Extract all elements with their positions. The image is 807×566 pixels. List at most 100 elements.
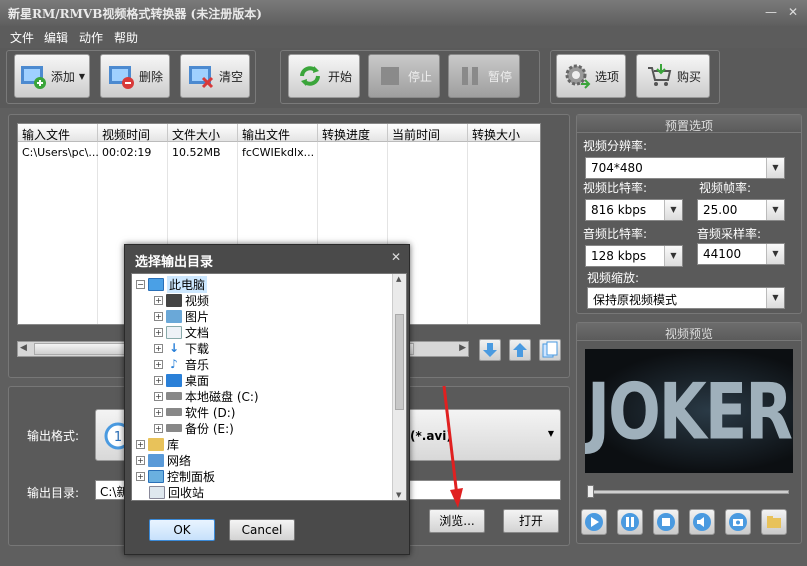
tree-item-drive-e[interactable]: + 备份 (E:) xyxy=(154,420,234,436)
expand-icon[interactable]: + xyxy=(154,327,163,337)
delete-button[interactable]: 删除 xyxy=(100,54,170,98)
start-button[interactable]: 开始 xyxy=(288,54,360,98)
tree-scrollbar[interactable]: ▲ ▼ xyxy=(392,274,406,500)
video-scale-select[interactable]: 保持原视频模式 ▼ xyxy=(587,287,785,309)
add-button[interactable]: 添加 ▼ xyxy=(14,54,90,98)
preview-stop-button[interactable] xyxy=(653,509,679,535)
minimize-button[interactable]: — xyxy=(762,4,780,20)
expand-icon[interactable]: + xyxy=(154,359,163,369)
expand-icon[interactable]: + xyxy=(154,423,163,433)
tree-label: 视频 xyxy=(185,293,210,308)
cell-input-file[interactable]: C:\Users\pc\... xyxy=(18,146,98,159)
seek-slider[interactable] xyxy=(587,485,789,498)
tree-item-music[interactable]: + ♪ 音乐 xyxy=(154,356,209,372)
collapse-icon[interactable]: − xyxy=(136,279,145,289)
folder-tree[interactable]: − 此电脑 + 视频 + 图片 + 文档 + ↓ 下载 + ♪ 音乐 + 桌面 + 本地磁盘 (C… xyxy=(131,273,407,501)
audio-bitrate-select[interactable]: 128 kbps ▼ xyxy=(585,245,683,267)
expand-icon[interactable]: + xyxy=(154,295,163,305)
col-progress[interactable]: 转换进度 xyxy=(318,124,388,142)
scroll-down-icon[interactable]: ▼ xyxy=(396,491,401,499)
tree-item-drive-c[interactable]: + 本地磁盘 (C:) xyxy=(154,388,259,404)
expand-icon[interactable]: + xyxy=(154,375,163,385)
tree-scroll-thumb[interactable] xyxy=(395,314,404,410)
tree-item-pictures[interactable]: + 图片 xyxy=(154,308,209,324)
options-button[interactable]: 选项 xyxy=(556,54,626,98)
computer-icon xyxy=(148,277,164,291)
output-format-label: 输出格式: xyxy=(27,429,80,443)
menu-edit[interactable]: 编辑 xyxy=(44,29,68,46)
expand-icon[interactable]: + xyxy=(154,343,163,353)
tree-label: 网络 xyxy=(167,453,192,468)
sample-rate-select[interactable]: 44100 ▼ xyxy=(697,243,785,265)
music-icon: ♪ xyxy=(170,357,178,371)
frame-rate-select[interactable]: 25.00 ▼ xyxy=(697,199,785,221)
buy-button[interactable]: 购买 xyxy=(636,54,710,98)
tree-label: 软件 (D:) xyxy=(185,405,236,420)
tree-item-downloads[interactable]: + ↓ 下载 xyxy=(154,340,209,356)
col-input-file[interactable]: 输入文件 xyxy=(18,124,98,142)
video-bitrate-select[interactable]: 816 kbps ▼ xyxy=(585,199,683,221)
cell-file-size[interactable]: 10.52MB xyxy=(168,146,238,159)
ok-button[interactable]: OK xyxy=(149,519,215,541)
col-video-time[interactable]: 视频时间 xyxy=(98,124,168,142)
resolution-select[interactable]: 704*480 ▼ xyxy=(585,157,785,179)
resolution-label: 视频分辨率: xyxy=(583,139,648,153)
cell-video-time[interactable]: 00:02:19 xyxy=(98,146,168,159)
cancel-button[interactable]: Cancel xyxy=(229,519,295,541)
cell-output-file[interactable]: fcCWIEkdlx... xyxy=(238,146,318,159)
tree-label-this-pc: 此电脑 xyxy=(167,275,208,293)
col-current-time[interactable]: 当前时间 xyxy=(388,124,468,142)
open-button[interactable]: 打开 xyxy=(503,509,559,533)
pause-label: 暂停 xyxy=(487,69,512,84)
snapshot-button[interactable] xyxy=(725,509,751,535)
scroll-up-icon[interactable]: ▲ xyxy=(396,275,401,283)
dialog-close-icon[interactable]: ✕ xyxy=(391,250,401,264)
expand-icon[interactable]: + xyxy=(136,471,145,481)
film-icon xyxy=(166,293,182,307)
expand-icon[interactable]: + xyxy=(154,407,163,417)
expand-icon[interactable]: + xyxy=(154,311,163,321)
stop-button[interactable]: 停止 xyxy=(368,54,440,98)
tree-item-drive-d[interactable]: + 软件 (D:) xyxy=(154,404,235,420)
tree-item-control-panel[interactable]: + 控制面板 xyxy=(136,468,215,484)
tree-item-this-pc[interactable]: − 此电脑 xyxy=(136,275,208,293)
col-file-size[interactable]: 文件大小 xyxy=(168,124,238,142)
tree-item-desktop[interactable]: + 桌面 xyxy=(154,372,209,388)
window-title: 新星RM/RMVB视频格式转换器 (未注册版本) xyxy=(8,7,262,21)
tree-item-recycle-bin[interactable]: 回收站 xyxy=(149,484,204,500)
seek-thumb[interactable] xyxy=(587,485,594,498)
scroll-left-icon[interactable]: ◀ xyxy=(20,343,27,353)
tree-item-libraries[interactable]: + 库 xyxy=(136,436,179,452)
move-down-button[interactable] xyxy=(479,339,501,361)
expand-icon[interactable]: + xyxy=(136,455,145,465)
preview-panel: 视频预览 JOKER xyxy=(576,322,802,544)
cart-icon xyxy=(645,62,673,90)
expand-icon[interactable]: + xyxy=(154,391,163,401)
chevron-down-icon: ▼ xyxy=(664,246,682,266)
pause-button[interactable]: 暂停 xyxy=(448,54,520,98)
play-button[interactable] xyxy=(581,509,607,535)
menu-help[interactable]: 帮助 xyxy=(114,29,138,46)
video-scale-label: 视频缩放: xyxy=(587,271,640,285)
expand-icon[interactable]: + xyxy=(136,439,145,449)
tree-item-documents[interactable]: + 文档 xyxy=(154,324,209,340)
tree-label: 备份 (E:) xyxy=(185,421,234,436)
scroll-right-icon[interactable]: ▶ xyxy=(459,343,466,353)
refresh-icon xyxy=(296,62,324,90)
close-button[interactable]: ✕ xyxy=(784,4,802,20)
col-output-file[interactable]: 输出文件 xyxy=(238,124,318,142)
copy-button[interactable] xyxy=(539,339,561,361)
tree-item-videos[interactable]: + 视频 xyxy=(154,292,209,308)
col-converted-size[interactable]: 转换大小 xyxy=(468,124,540,142)
tree-item-network[interactable]: + 网络 xyxy=(136,452,191,468)
options-label: 选项 xyxy=(594,69,619,84)
menu-file[interactable]: 文件 xyxy=(10,29,34,46)
volume-button[interactable] xyxy=(689,509,715,535)
menu-action[interactable]: 动作 xyxy=(79,29,103,46)
move-up-button[interactable] xyxy=(509,339,531,361)
clear-button[interactable]: 清空 xyxy=(180,54,250,98)
presets-header: 预置选项 xyxy=(577,115,801,133)
preview-pause-button[interactable] xyxy=(617,509,643,535)
open-folder-button[interactable] xyxy=(761,509,787,535)
tree-label: 文档 xyxy=(185,325,210,340)
